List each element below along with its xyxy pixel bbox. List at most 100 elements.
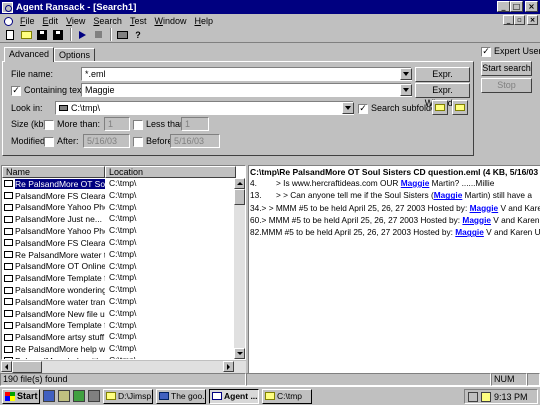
save-button[interactable] bbox=[35, 28, 49, 41]
tray-network-icon[interactable] bbox=[468, 391, 478, 402]
browse-folder-button[interactable] bbox=[432, 100, 448, 115]
menu-window[interactable]: Window bbox=[150, 16, 190, 26]
menu-search[interactable]: Search bbox=[89, 16, 126, 26]
stop-button[interactable]: Stop bbox=[481, 78, 532, 93]
column-header-name[interactable]: Name bbox=[2, 166, 105, 178]
maximize-button[interactable]: □ bbox=[510, 1, 523, 12]
search-hit[interactable]: Maggie bbox=[455, 227, 484, 237]
column-header-location[interactable]: Location bbox=[105, 166, 236, 178]
before-date-input[interactable]: 5/16/03 bbox=[170, 134, 220, 148]
start-search-button[interactable]: Start search bbox=[481, 61, 532, 76]
results-vertical-scrollbar[interactable] bbox=[234, 178, 245, 359]
scroll-thumb[interactable] bbox=[234, 189, 245, 205]
taskbar-button-agent-ransack[interactable]: Agent ... bbox=[209, 388, 259, 404]
floppy-disks-icon bbox=[53, 29, 63, 40]
row-location: C:\tmp\ bbox=[109, 295, 137, 306]
table-row[interactable]: Re PalsandMore help wit... C:\tmp\ bbox=[2, 343, 245, 355]
table-row[interactable]: PalsandMore Yahoo Pho... C:\tmp\ bbox=[2, 225, 245, 237]
tab-options[interactable]: Options bbox=[54, 48, 96, 61]
title-bar[interactable]: Agent Ransack - [Search1] _ □ × bbox=[0, 0, 540, 14]
look-in-dropdown-arrow[interactable] bbox=[342, 102, 354, 114]
scroll-down-arrow[interactable] bbox=[234, 348, 245, 359]
taskbar-button-jimsp[interactable]: D:\Jimsp... bbox=[103, 388, 153, 404]
row-name-cell: Re PalsandMore help wit... bbox=[2, 343, 105, 355]
outlook-quick-launch-icon[interactable] bbox=[73, 390, 85, 402]
line-before: > > MMM #5 to be held April 25, 26, 27 2… bbox=[261, 202, 470, 213]
stop-tool-button[interactable] bbox=[91, 28, 105, 41]
table-row[interactable]: PalsandMore artsy stuff s... C:\tmp\ bbox=[2, 331, 245, 343]
ie-quick-launch-icon[interactable] bbox=[43, 390, 55, 402]
search-hit[interactable]: Maggie bbox=[462, 215, 491, 225]
containing-text-dropdown-arrow[interactable] bbox=[400, 84, 412, 96]
containing-text-input[interactable]: Maggie bbox=[81, 83, 412, 97]
expert-user-checkbox[interactable]: ✓ bbox=[481, 47, 491, 57]
open-button[interactable] bbox=[19, 28, 33, 41]
file-name-input[interactable]: *.eml bbox=[81, 67, 412, 81]
results-horizontal-scrollbar[interactable] bbox=[1, 361, 246, 373]
doc-restore-button[interactable]: ▫ bbox=[514, 15, 525, 25]
table-row[interactable]: PalsandMore wondering... C:\tmp\ bbox=[2, 284, 245, 296]
table-row[interactable]: PalsandMore help with e... C:\tmp\ bbox=[2, 355, 245, 359]
table-row[interactable]: PalsandMore New file up... C:\tmp\ bbox=[2, 308, 245, 320]
app-icon[interactable] bbox=[2, 1, 13, 13]
browse-folder-up-button[interactable] bbox=[452, 100, 468, 115]
table-row[interactable]: Re PalsandMore water t... C:\tmp\ bbox=[2, 249, 245, 261]
scroll-up-arrow[interactable] bbox=[234, 178, 245, 189]
less-than-input[interactable]: 1 bbox=[181, 117, 209, 131]
table-row[interactable]: PalsandMore Template f... C:\tmp\ bbox=[2, 272, 245, 284]
search-subfolders-checkbox[interactable]: ✓ bbox=[358, 104, 368, 114]
look-in-input[interactable]: C:\tmp\ bbox=[55, 101, 354, 115]
menu-edit[interactable]: Edit bbox=[39, 16, 63, 26]
task-label: The goo... bbox=[171, 391, 206, 401]
file-name-dropdown-arrow[interactable] bbox=[400, 68, 412, 80]
start-button[interactable]: Start bbox=[2, 388, 40, 404]
save-all-button[interactable] bbox=[51, 28, 65, 41]
expr-wizard-button-text[interactable]: Expr. Wizard... bbox=[415, 83, 470, 108]
horizontal-scroll-thumb[interactable] bbox=[12, 361, 42, 373]
modified-label: Modified: bbox=[11, 136, 48, 146]
table-row[interactable]: PalsandMore water trans... C:\tmp\ bbox=[2, 296, 245, 308]
minimize-button[interactable]: _ bbox=[497, 1, 510, 12]
menu-file[interactable]: File bbox=[16, 16, 39, 26]
help-button[interactable]: ? bbox=[131, 28, 145, 41]
menu-help[interactable]: Help bbox=[190, 16, 217, 26]
scroll-left-arrow[interactable] bbox=[1, 361, 12, 372]
after-checkbox[interactable] bbox=[44, 137, 54, 147]
clock[interactable]: 9:13 PM bbox=[494, 392, 528, 402]
more-than-input[interactable]: 1 bbox=[104, 117, 130, 131]
status-resize-grip[interactable] bbox=[527, 373, 540, 386]
taskbar-button-the-goo[interactable]: The goo... bbox=[156, 388, 206, 404]
expr-wizard-button-file[interactable]: Expr. Wizard... bbox=[415, 67, 470, 92]
tray-volume-icon[interactable] bbox=[481, 391, 491, 402]
folder-up-icon bbox=[455, 104, 465, 111]
scroll-right-arrow[interactable] bbox=[223, 361, 234, 372]
search-hit[interactable]: Maggie bbox=[470, 203, 499, 213]
before-checkbox[interactable] bbox=[133, 137, 143, 147]
table-row[interactable]: PalsandMore FS Clearan... C:\tmp\ bbox=[2, 237, 245, 249]
document-icon[interactable] bbox=[2, 16, 14, 26]
table-row[interactable]: PalsandMore OT Online ... C:\tmp\ bbox=[2, 261, 245, 273]
doc-close-button[interactable]: × bbox=[527, 15, 538, 25]
table-row[interactable]: PalsandMore Just ne... C:\tmp\ bbox=[2, 213, 245, 225]
desktop-quick-launch-icon[interactable] bbox=[58, 390, 70, 402]
after-date-input[interactable]: 5/16/03 bbox=[83, 134, 130, 148]
tab-advanced[interactable]: Advanced bbox=[4, 47, 55, 62]
new-button[interactable] bbox=[3, 28, 17, 41]
table-row[interactable]: PalsandMore Yahoo Pho... C:\tmp\ bbox=[2, 202, 245, 214]
containing-text-checkbox[interactable]: ✓ bbox=[11, 86, 21, 96]
taskbar-button-c-tmp[interactable]: C:\tmp bbox=[262, 388, 312, 404]
search-hit[interactable]: Maggie bbox=[434, 190, 463, 200]
start-search-tool-button[interactable] bbox=[75, 28, 89, 41]
more-than-checkbox[interactable] bbox=[44, 120, 54, 130]
search-hit[interactable]: Maggie bbox=[401, 178, 430, 188]
print-button[interactable] bbox=[115, 28, 129, 41]
less-than-checkbox[interactable] bbox=[133, 120, 143, 130]
app-quick-launch-icon[interactable] bbox=[88, 390, 100, 402]
menu-view[interactable]: View bbox=[62, 16, 89, 26]
table-row[interactable]: PalsandMore FS Clearan... C:\tmp\ bbox=[2, 190, 245, 202]
menu-test[interactable]: Test bbox=[126, 16, 151, 26]
doc-minimize-button[interactable]: _ bbox=[503, 15, 514, 25]
table-row[interactable]: PalsandMore Template f... C:\tmp\ bbox=[2, 320, 245, 332]
table-row[interactable]: Re PalsandMore OT Sou... C:\tmp\ bbox=[2, 178, 245, 190]
close-button[interactable]: × bbox=[525, 1, 538, 12]
